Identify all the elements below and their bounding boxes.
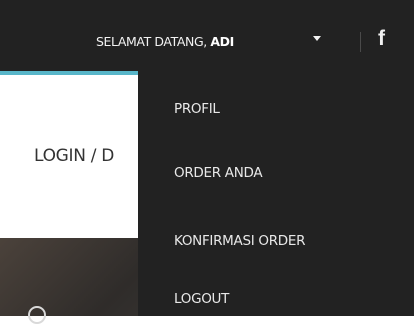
facebook-icon[interactable]: f: [378, 28, 385, 49]
circle-icon: [28, 306, 46, 324]
user-dropdown-menu: PROFIL ORDER ANDA KONFIRMASI ORDER LOGOU…: [138, 71, 414, 316]
menu-item-profil[interactable]: PROFIL: [174, 101, 220, 117]
welcome-prefix: SELAMAT DATANG,: [96, 34, 211, 49]
accent-underline: [0, 71, 148, 75]
caret-down-icon[interactable]: [313, 36, 321, 41]
user-menu-toggle[interactable]: SELAMAT DATANG, ADI: [96, 34, 234, 49]
breadcrumb: LOGIN / D: [34, 146, 115, 166]
user-welcome-area: SELAMAT DATANG, ADI f: [0, 0, 414, 71]
menu-item-order-anda[interactable]: ORDER ANDA: [174, 165, 263, 181]
menu-item-logout[interactable]: LOGOUT: [174, 291, 229, 307]
nav-divider: [360, 32, 361, 52]
menu-item-konfirmasi-order[interactable]: KONFIRMASI ORDER: [174, 233, 306, 249]
user-name: ADI: [210, 34, 234, 49]
